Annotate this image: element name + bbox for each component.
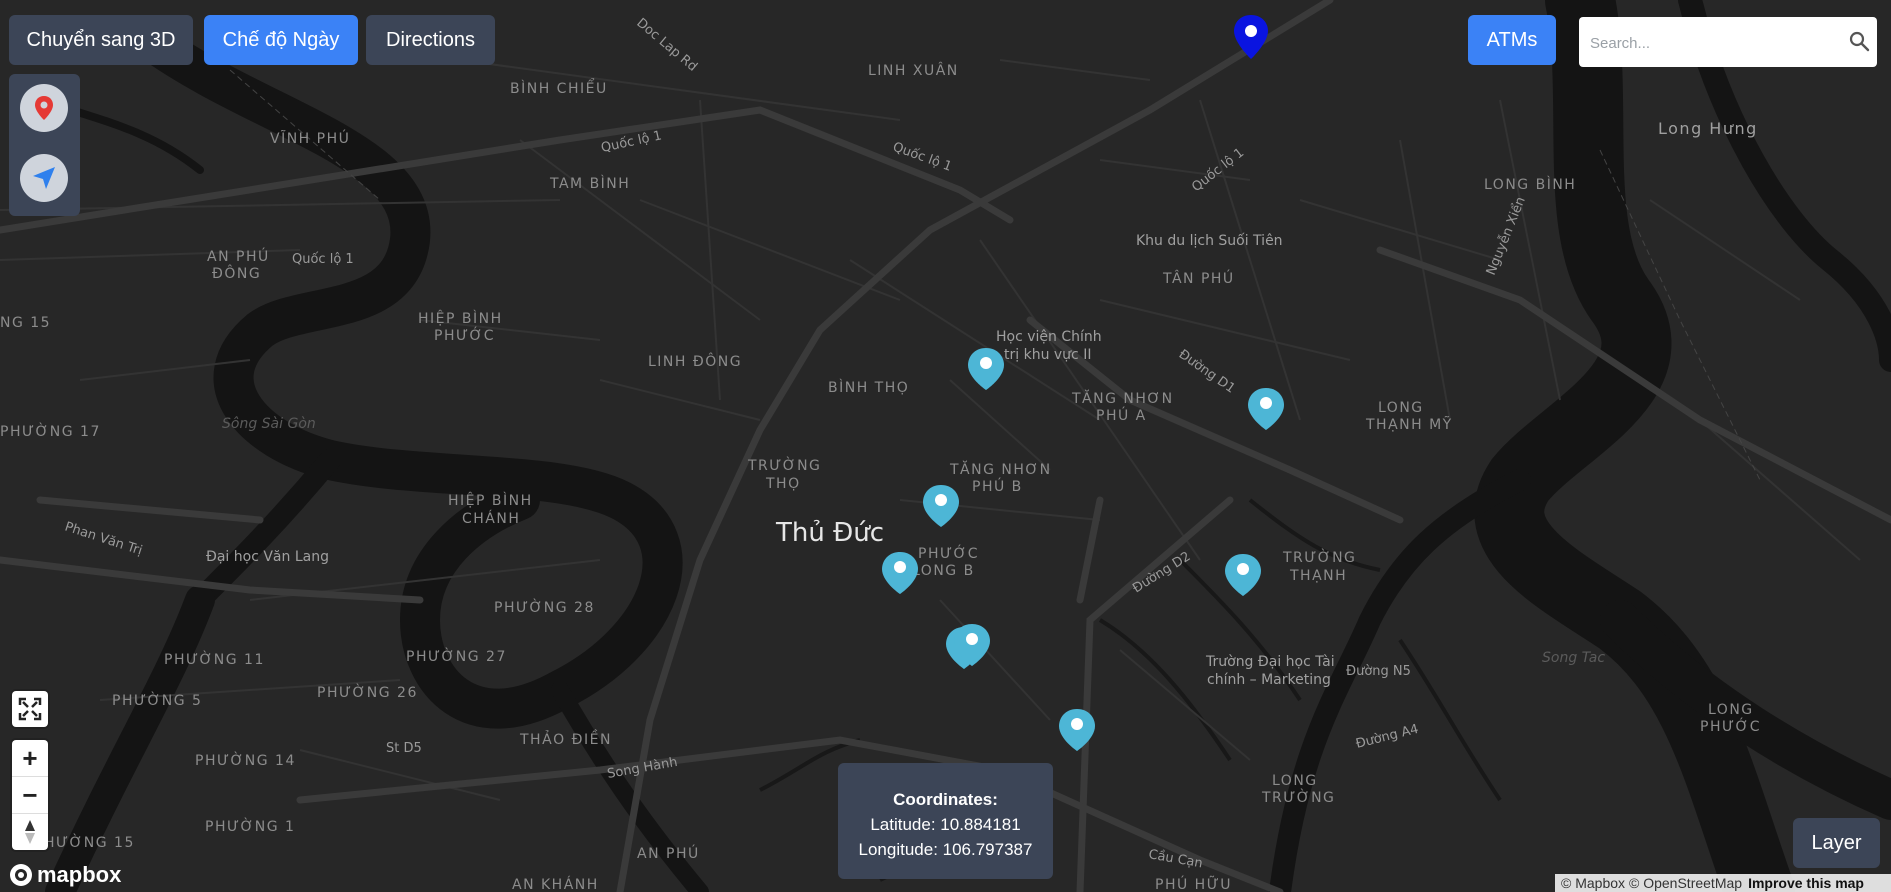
day-mode-button[interactable]: Chế độ Ngày <box>204 15 358 65</box>
road-label: Đường N5 <box>1346 664 1411 679</box>
river-label: Song Tac <box>1542 650 1605 666</box>
map-pin-button[interactable] <box>20 84 68 132</box>
zoom-in-button[interactable]: + <box>12 740 48 776</box>
toggle-3d-button[interactable]: Chuyển sang 3D <box>9 15 193 65</box>
district-label: PHÚ A <box>1096 406 1147 424</box>
district-label: AN PHÚ <box>637 844 700 862</box>
fullscreen-button[interactable] <box>12 691 48 727</box>
navigation-arrow-icon <box>33 167 55 189</box>
district-label: NG 15 <box>0 315 51 331</box>
zoom-controls: + − <box>12 740 48 850</box>
district-label: PHƯỜNG 15 <box>34 833 135 851</box>
district-label: ĐÔNG <box>212 264 261 282</box>
district-label: TĂNG NHƠN <box>1071 389 1174 407</box>
mapbox-logo[interactable]: mapbox <box>9 862 122 887</box>
place-label: trị khu vực II <box>1004 347 1091 363</box>
road-label: Quốc lộ 1 <box>292 252 354 267</box>
mapbox-logo-icon <box>10 864 32 886</box>
place-label: Khu du lịch Suối Tiên <box>1136 232 1283 249</box>
district-label: AN KHÁNH <box>512 876 599 892</box>
attribution: © Mapbox © OpenStreetMap Improve this ma… <box>1555 874 1891 892</box>
atms-button[interactable]: ATMs <box>1468 15 1556 65</box>
map-canvas[interactable]: BÌNH CHIỂU LINH XUÂN VĨNH PHÚ TAM BÌNH A… <box>0 0 1891 892</box>
district-label: PHÚ B <box>972 477 1023 495</box>
district-label: AN PHÚ <box>207 247 270 265</box>
district-label: BÌNH CHIỂU <box>510 78 608 97</box>
fullscreen-control <box>12 691 48 727</box>
district-label: PHƯỜNG 11 <box>164 650 265 668</box>
city-label: Thủ Đức <box>775 518 884 548</box>
zoom-out-button[interactable]: − <box>12 776 48 813</box>
district-label: THẢO ĐIỀN <box>519 729 612 748</box>
district-label: THỌ <box>765 476 801 492</box>
coordinates-title: Coordinates: <box>893 790 998 809</box>
district-label: HIỆP BÌNH <box>418 309 503 327</box>
district-label: LINH XUÂN <box>868 61 959 79</box>
district-label: TÂN PHÚ <box>1162 269 1235 287</box>
compass-icon <box>25 820 35 844</box>
district-label: PHƯỚC <box>918 544 979 562</box>
layer-button[interactable]: Layer <box>1793 818 1880 868</box>
latitude-value: Latitude: 10.884181 <box>870 815 1021 834</box>
fullscreen-icon <box>18 697 42 721</box>
map-pin-icon <box>35 96 53 120</box>
longitude-value: Longitude: 106.797387 <box>858 840 1033 859</box>
district-label: PHƯỜNG 28 <box>494 598 595 616</box>
district-label: LONG <box>1708 702 1754 718</box>
place-label: Trường Đại học Tài <box>1205 654 1335 670</box>
district-label: PHƯỚC <box>434 326 495 344</box>
river-label: Sông Sài Gòn <box>222 416 316 432</box>
search-box <box>1579 17 1877 69</box>
district-label: CHÁNH <box>462 510 520 527</box>
improve-map-link[interactable]: Improve this map <box>1748 875 1864 891</box>
search-icon[interactable] <box>1849 31 1870 52</box>
place-label: chính – Marketing <box>1207 672 1331 688</box>
district-label: LINH ĐÔNG <box>648 352 742 370</box>
district-label: TĂNG NHƠN <box>949 460 1052 478</box>
district-label: LONG B <box>912 563 975 579</box>
mapbox-attribution-link[interactable]: © Mapbox <box>1561 875 1625 891</box>
district-label: PHƯỜNG 1 <box>205 817 295 835</box>
district-label: LONG BÌNH <box>1484 176 1576 193</box>
compass-button[interactable] <box>12 813 48 850</box>
district-label: PHƯỚC <box>1700 717 1761 735</box>
district-label: THẠNH <box>1289 568 1347 584</box>
district-label: PHƯỜNG 5 <box>112 691 202 709</box>
district-label: PHÚ HỮU <box>1155 875 1232 892</box>
district-label: TRƯỜNG <box>1261 788 1335 806</box>
search-input[interactable] <box>1579 17 1832 69</box>
district-label: PHƯỜNG 17 <box>0 422 101 440</box>
district-label: Long Hưng <box>1658 119 1758 138</box>
district-label: TRƯỜNG <box>747 456 821 474</box>
road-label: St D5 <box>386 741 422 756</box>
navigate-button[interactable] <box>20 154 68 202</box>
district-label: BÌNH THỌ <box>828 379 909 396</box>
district-label: TRƯỜNG <box>1282 548 1356 566</box>
district-label: PHƯỜNG 27 <box>406 647 507 665</box>
place-label: Đại học Văn Lang <box>206 549 329 565</box>
district-label: LONG <box>1378 400 1424 416</box>
district-label: THẠNH MỸ <box>1365 416 1453 433</box>
district-label: PHƯỜNG 26 <box>317 683 418 701</box>
side-panel <box>9 74 80 216</box>
district-label: HIỆP BÌNH <box>448 491 533 509</box>
district-label: PHƯỜNG 14 <box>195 751 296 769</box>
coordinates-panel: Coordinates: Latitude: 10.884181 Longitu… <box>838 763 1053 879</box>
directions-button[interactable]: Directions <box>366 15 495 65</box>
district-label: TAM BÌNH <box>549 175 630 192</box>
mapbox-logo-text: mapbox <box>37 862 122 887</box>
place-label: Học viện Chính <box>996 329 1102 345</box>
district-label: LONG <box>1272 773 1318 789</box>
district-label: VĨNH PHÚ <box>270 129 350 147</box>
osm-attribution-link[interactable]: © OpenStreetMap <box>1629 875 1742 891</box>
